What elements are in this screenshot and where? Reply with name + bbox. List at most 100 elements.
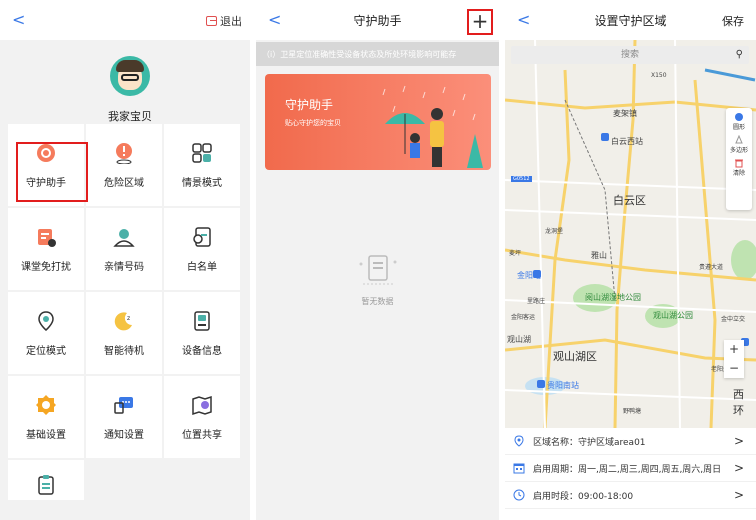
exit-button[interactable]: 退出 [206, 13, 242, 29]
map-label: 里路庄 [527, 298, 546, 305]
page-title: 设置守护区域 [594, 14, 667, 28]
feature-location-share[interactable]: 位置共享 [164, 376, 240, 458]
empty-label: 暂无数据 [361, 297, 394, 306]
feature-label: 课堂免打扰 [21, 261, 71, 273]
map-label: 野鸭塘 [623, 408, 642, 415]
feature-label: 危险区域 [104, 177, 144, 189]
save-button[interactable]: 保存 [722, 13, 744, 29]
feature-danger-zone[interactable]: 危险区域 [86, 124, 162, 206]
map-label: 贵阳南站 [547, 381, 579, 390]
feature-whitelist[interactable]: 白名单 [164, 208, 240, 290]
map-label: 龙洞堡 [545, 228, 564, 235]
feature-clipboard[interactable] [8, 460, 84, 500]
clear-tool-button[interactable]: 清除 [733, 158, 745, 177]
notice-text: （i）卫星定位准确性受设备状态及所处环境影响可能存 [262, 49, 457, 59]
guardian-banner[interactable]: 守护助手 贴心守护您的宝贝 [265, 74, 491, 170]
tool-label: 清除 [732, 170, 745, 177]
map-label: 观山湖 [507, 335, 531, 344]
back-button[interactable]: < [12, 10, 25, 29]
empty-document-icon [359, 255, 396, 285]
clipboard-icon [38, 475, 54, 495]
feature-location-mode[interactable]: 定位模式 [8, 292, 84, 374]
chevron-right-icon: > [733, 461, 744, 475]
map-label: 阅山湖湿地公园 [585, 293, 641, 302]
empty-cell [164, 460, 240, 500]
basic-settings-icon [36, 394, 56, 415]
zoom-in-button[interactable]: + [729, 340, 739, 359]
feature-scene-mode[interactable]: 情景模式 [164, 124, 240, 206]
feature-class-dnd[interactable]: 课堂免打扰 [8, 208, 84, 290]
topbar: < 守护助手 + [256, 0, 499, 40]
map-view[interactable]: 搜索 ⚲ X150 麦架镇 白云西站 G0512 白云区 金阳站 贵阳南站 观山… [505, 40, 756, 428]
feature-grid: 守护助手 危险区域 情景模式 课堂免打扰 亲情号码 白名单 定位模式 z 智能待 [8, 124, 240, 500]
map-label: 贵遵大道 [699, 264, 724, 271]
map-label: X150 [651, 72, 667, 79]
svg-text:z: z [127, 315, 130, 322]
feature-notification[interactable]: 通知设置 [86, 376, 162, 458]
map-label: 金阳客运 [511, 314, 536, 321]
clock-icon [513, 489, 525, 501]
active-days-row[interactable]: 启用周期：周一,周二,周三,周四,周五,周六,周日 > [505, 455, 756, 482]
smart-standby-icon: z [114, 311, 132, 330]
exit-label: 退出 [220, 15, 242, 28]
child-name: 我家宝贝 [108, 110, 152, 123]
map-label: 观山湖公园 [653, 311, 693, 320]
feature-label: 情景模式 [182, 177, 222, 189]
active-time-row[interactable]: 启用时段：09:00-18:00 > [505, 482, 756, 509]
feature-label: 守护助手 [26, 177, 66, 189]
feature-guardian[interactable]: 守护助手 [8, 124, 84, 206]
class-dnd-icon [38, 228, 56, 247]
banner-subtitle: 贴心守护您的宝贝 [285, 119, 341, 127]
map-label: 雅山 [591, 251, 607, 260]
topbar: < 退出 [0, 0, 250, 40]
scene-mode-icon [192, 142, 212, 163]
zone-name-row[interactable]: 区域名称：守护区域area01 > [505, 428, 756, 455]
feature-device-info[interactable]: 设备信息 [164, 292, 240, 374]
page-title: 守护助手 [353, 14, 402, 28]
map-label: 观山湖区 [553, 350, 597, 363]
search-icon: ⚲ [735, 49, 743, 60]
zone-name-text: 区域名称：守护区域area01 [533, 437, 646, 448]
tool-label: 圆形 [732, 124, 745, 131]
feature-label: 白名单 [187, 261, 217, 273]
feature-basic-settings[interactable]: 基础设置 [8, 376, 84, 458]
map-search-input[interactable]: 搜索 ⚲ [511, 46, 749, 64]
chevron-right-icon: > [733, 488, 744, 502]
feature-family-number[interactable]: 亲情号码 [86, 208, 162, 290]
profile-panel: < 退出 我家宝贝 守护助手 危险区域 情景模式 课堂免打扰 亲情号码 白名单 … [0, 0, 250, 520]
banner-title: 守护助手 [285, 98, 334, 112]
polygon-tool-button[interactable]: 多边形 [730, 135, 748, 154]
zoom-control: + − [724, 340, 744, 378]
map-label: 环 [733, 404, 744, 417]
family-number-icon [113, 228, 135, 247]
feature-label: 定位模式 [26, 345, 66, 357]
notification-icon [114, 396, 133, 414]
feature-label: 通知设置 [104, 429, 144, 441]
map-label: 白云区 [613, 194, 646, 207]
device-info-icon [194, 310, 210, 331]
map-label: 白云西站 [611, 137, 643, 146]
add-button[interactable]: + [467, 9, 493, 35]
guardian-panel: < 守护助手 + （i）卫星定位准确性受设备状态及所处环境影响可能存 守护助手 … [256, 0, 499, 520]
feature-label: 智能待机 [104, 345, 144, 357]
map-label: 金阳站 [517, 271, 541, 280]
circle-tool-button[interactable]: 圆形 [733, 112, 745, 131]
map-label: 西 [733, 388, 744, 401]
map-label: 麦架镇 [613, 109, 637, 118]
guardian-icon [37, 143, 55, 162]
empty-cell [86, 460, 162, 500]
banner-illustration [382, 85, 483, 168]
zoom-out-button[interactable]: − [729, 359, 739, 378]
avatar[interactable] [110, 56, 150, 96]
location-mode-icon [38, 310, 54, 331]
location-share-icon [192, 395, 212, 415]
feature-smart-standby[interactable]: z 智能待机 [86, 292, 162, 374]
empty-state: 暂无数据 [256, 252, 499, 307]
map-label: 麦坪 [509, 250, 522, 257]
feature-label: 亲情号码 [104, 261, 144, 273]
zone-settings-panel: < 设置守护区域 保存 搜索 ⚲ X150 麦架镇 白云西站 G0512 白云区… [505, 0, 756, 520]
feature-label: 位置共享 [182, 429, 222, 441]
map-label: 金中立交 [721, 316, 746, 323]
polygon-icon [735, 135, 743, 144]
exit-icon [206, 16, 217, 26]
